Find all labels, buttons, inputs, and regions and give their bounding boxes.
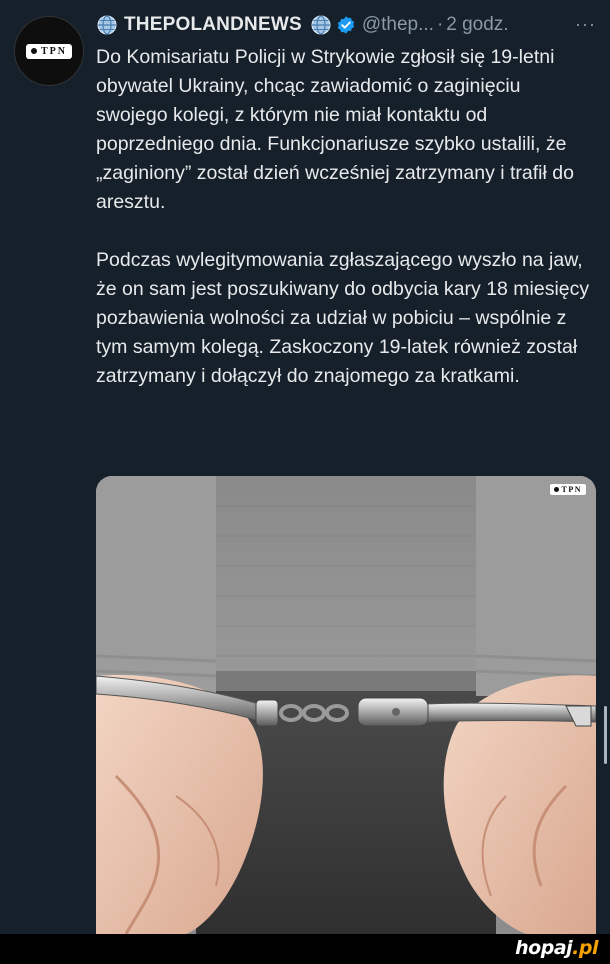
hopaj-logo[interactable]: hopaj.pl bbox=[515, 937, 598, 959]
avatar-logo: TPN bbox=[26, 43, 72, 59]
avatar-logo-text: TPN bbox=[41, 45, 67, 57]
photo-watermark: TPN bbox=[549, 484, 586, 495]
logo-tld: .pl bbox=[572, 937, 598, 959]
scrollbar[interactable] bbox=[604, 706, 607, 764]
tweet-paragraph: Podczas wylegitymowania zgłaszającego wy… bbox=[96, 249, 590, 387]
logo-main: hopaj bbox=[515, 937, 573, 959]
tweet-photo[interactable]: TPN bbox=[96, 476, 596, 934]
timestamp[interactable]: 2 godz. bbox=[446, 14, 508, 36]
tweet-header: THEPOLANDNEWS @thep... · 2 godz. ··· bbox=[96, 10, 596, 40]
verified-badge-icon[interactable] bbox=[336, 15, 356, 35]
handcuffs-photo bbox=[96, 476, 596, 934]
globe-icon bbox=[96, 14, 118, 36]
tweet[interactable]: TPN THEPOLANDNEWS @thep... · 2 godz. ···… bbox=[0, 0, 610, 934]
tweet-text: Do Komisariatu Policji w Strykowie zgłos… bbox=[96, 43, 596, 391]
logo-dot bbox=[31, 48, 37, 54]
avatar[interactable]: TPN bbox=[14, 16, 84, 86]
watermark-text: TPN bbox=[561, 485, 582, 494]
display-name[interactable]: THEPOLANDNEWS bbox=[124, 14, 302, 36]
watermark-dot bbox=[553, 487, 559, 492]
site-footer: hopaj.pl bbox=[0, 934, 610, 964]
globe-icon bbox=[310, 14, 332, 36]
handle[interactable]: @thep... bbox=[362, 14, 434, 36]
separator: · bbox=[436, 14, 444, 35]
tweet-paragraph: Do Komisariatu Policji w Strykowie zgłos… bbox=[96, 46, 574, 213]
more-options-icon[interactable]: ··· bbox=[575, 14, 596, 35]
